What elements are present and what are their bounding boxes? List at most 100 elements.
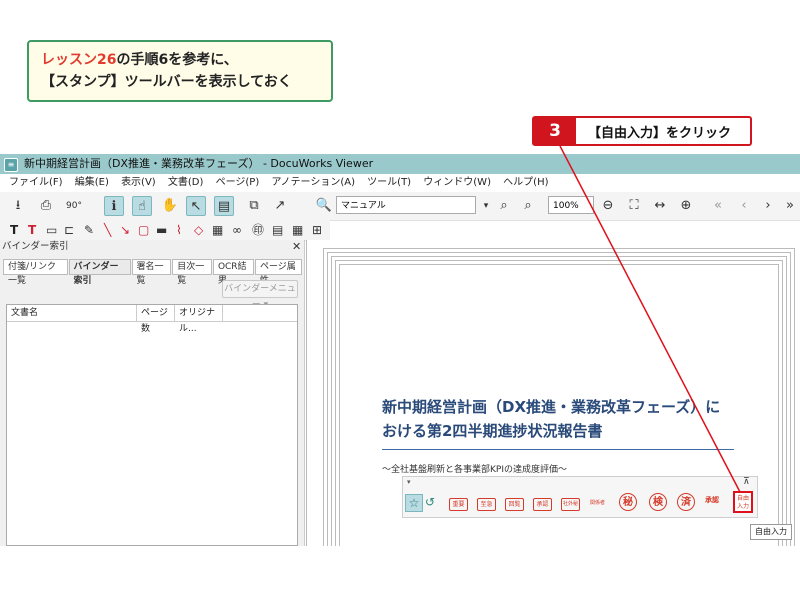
chevron-down-icon[interactable]: ▾ <box>476 196 496 216</box>
stamp-important[interactable]: 重要 <box>449 498 468 511</box>
tab-sticky-links[interactable]: 付箋/リンク一覧 <box>3 259 68 286</box>
find-next-icon[interactable]: ⌕ <box>518 196 538 216</box>
document-subtitle: ～全社基盤刷新と各事業部KPIの達成度評価～ <box>382 465 567 475</box>
instruction-note: レッスン26の手順6を参考に、 【スタンプ】ツールバーを表示しておく <box>27 40 333 102</box>
tab-page-attr[interactable]: ページ属性 <box>254 259 302 286</box>
stamp-checked[interactable]: 検 <box>649 493 667 511</box>
stamp-secret[interactable]: 秘 <box>619 493 637 511</box>
col-page-count[interactable]: ページ数 <box>137 305 175 334</box>
hand-icon[interactable]: ✋ <box>160 196 180 216</box>
rotate-icon[interactable]: 90° <box>64 196 84 216</box>
stamp-approve[interactable]: 承認 <box>533 498 552 511</box>
menu-file[interactable]: ファイル(F) <box>9 177 63 188</box>
note-line1: の手順6を参考に、 <box>116 52 238 68</box>
binder-index-pane: バインダー索引 ✕ 付箋/リンク一覧 バインダー索引 署名一覧 目次一覧 OCR… <box>0 240 305 546</box>
app-icon: ≡ <box>4 158 18 172</box>
print-icon[interactable]: ⎙ <box>36 196 56 216</box>
favorite-stamp-icon[interactable]: ☆ <box>405 494 423 512</box>
zoom-select[interactable]: 100% <box>548 196 594 214</box>
pointer-icon[interactable]: ↖ <box>186 196 206 216</box>
stamp-urgent[interactable]: 至急 <box>477 498 496 511</box>
stamp-confidential[interactable]: 社外秘 <box>561 498 580 511</box>
open-icon[interactable]: ⭳ <box>8 196 28 216</box>
insert-icon[interactable]: ⊞ <box>312 223 322 237</box>
stamp-toolbar: ▾ ⊼ ☆ ↺ 重要 至急 回覧 承認 社外秘 関係者 秘 検 済 承認 自由入… <box>402 476 758 518</box>
zoom-in-icon[interactable]: ⊕ <box>676 196 696 216</box>
annotation-toolbar: T T ▭ ⊏ ✎ ╲ ↘ ▢ ▬ ⌇ ◇ ▦ ∞ ㊞ ▤ ▦ ⊞ <box>0 220 330 241</box>
menu-annotation[interactable]: アノテーション(A) <box>271 177 355 188</box>
text-icon[interactable]: T <box>10 223 18 237</box>
lesson-ref: レッスン26 <box>41 52 117 68</box>
first-page-icon[interactable]: « <box>708 196 728 216</box>
search-icon[interactable]: 🔍 <box>314 196 334 216</box>
document-title-line2: おける第2四半期進捗状況報告書 <box>382 422 603 440</box>
free-input-stamp-button[interactable]: 自由入力 <box>733 491 753 513</box>
line-icon[interactable]: ╲ <box>104 223 111 237</box>
rotate-label: 90° <box>66 201 82 211</box>
menu-view[interactable]: 表示(V) <box>121 177 156 188</box>
toolbar-extra-icon[interactable]: ▦ <box>292 223 303 237</box>
rect-icon[interactable]: ▢ <box>138 223 149 237</box>
close-icon[interactable]: ✕ <box>292 240 301 254</box>
tab-toc[interactable]: 目次一覧 <box>172 259 212 286</box>
stamp-done[interactable]: 済 <box>677 493 695 511</box>
stamp-icon[interactable]: ㊞ <box>252 223 264 237</box>
step-number: 3 <box>534 118 576 144</box>
fit-page-icon[interactable]: ⛶ <box>624 196 644 216</box>
toolbar-pin-icon[interactable]: ⊼ <box>743 477 750 487</box>
find-prev-icon[interactable]: ⌕ <box>494 196 514 216</box>
pane-tabs: 付箋/リンク一覧 バインダー索引 署名一覧 目次一覧 OCR結果 ページ属性 <box>3 259 303 286</box>
main-toolbar: ⭳ ⎙ 90° ℹ ☝ ✋ ↖ ▤ ⧉ ↗ 🔍 マニュアル ▾ ⌕ ⌕ 100%… <box>0 192 800 221</box>
stamp-circulate[interactable]: 回覧 <box>505 498 524 511</box>
history-icon[interactable]: ↺ <box>425 495 435 509</box>
marker-icon[interactable]: ▬ <box>156 223 167 237</box>
toolbar-grip-icon[interactable]: ▾ <box>407 478 411 486</box>
menu-help[interactable]: ヘルプ(H) <box>503 177 548 188</box>
menu-page[interactable]: ページ(P) <box>216 177 260 188</box>
next-page-icon[interactable]: › <box>758 196 778 216</box>
date-stamp-icon[interactable]: ▤ <box>272 223 283 237</box>
image-icon[interactable]: ▦ <box>212 223 223 237</box>
tag-icon[interactable]: ⊏ <box>64 223 74 237</box>
document-list[interactable]: 文書名 ページ数 オリジナル... <box>6 304 298 546</box>
prev-page-icon[interactable]: ‹ <box>734 196 754 216</box>
select-hand-icon[interactable]: ☝ <box>132 196 152 216</box>
document-title-line1: 新中期経営計画（DX推進・業務改革フェーズ）に <box>382 398 721 416</box>
shape-icon[interactable]: ◇ <box>194 223 203 237</box>
stamp-approved-date[interactable]: 承認 <box>705 495 719 505</box>
tooltip: 自由入力 <box>750 524 792 540</box>
list-header: 文書名 ページ数 オリジナル... <box>7 305 297 334</box>
zoom-out-icon[interactable]: ⊖ <box>598 196 618 216</box>
title-bar: ≡ 新中期経営計画（DX推進・業務改革フェーズ） - DocuWorks Vie… <box>0 154 800 174</box>
annotation-icon[interactable]: ▤ <box>214 196 234 216</box>
last-page-icon[interactable]: » <box>780 196 800 216</box>
binder-menu-button[interactable]: バインダーメニュー ▾ <box>222 280 298 310</box>
note-line2: 【スタンプ】ツールバーを表示しておく <box>41 74 292 90</box>
export-icon[interactable]: ↗ <box>270 196 290 216</box>
tab-ocr[interactable]: OCR結果 <box>212 259 254 286</box>
copy-icon[interactable]: ⧉ <box>244 196 264 216</box>
menu-bar: ファイル(F) 編集(E) 表示(V) 文書(D) ページ(P) アノテーション… <box>0 174 800 192</box>
arrow-line-icon[interactable]: ↘ <box>120 223 130 237</box>
tab-signatures[interactable]: 署名一覧 <box>131 259 172 286</box>
tab-binder-index[interactable]: バインダー索引 <box>68 259 131 286</box>
link-icon[interactable]: ∞ <box>232 223 242 237</box>
search-input[interactable]: マニュアル <box>336 196 476 214</box>
pane-title: バインダー索引 <box>2 241 69 252</box>
highlight-icon[interactable]: ⌇ <box>176 223 182 237</box>
col-doc-name[interactable]: 文書名 <box>7 305 137 321</box>
text-red-icon[interactable]: T <box>28 223 36 237</box>
stamp-related[interactable]: 関係者 <box>589 498 606 509</box>
menu-edit[interactable]: 編集(E) <box>75 177 109 188</box>
step-callout: 3 【自由入力】をクリック <box>532 116 752 146</box>
col-original[interactable]: オリジナル... <box>175 305 223 334</box>
menu-window[interactable]: ウィンドウ(W) <box>423 177 491 188</box>
fit-width-icon[interactable]: ↔ <box>650 196 670 216</box>
window-title: 新中期経営計画（DX推進・業務改革フェーズ） - DocuWorks Viewe… <box>24 157 374 170</box>
pen-icon[interactable]: ✎ <box>84 223 94 237</box>
menu-document[interactable]: 文書(D) <box>168 177 204 188</box>
menu-tools[interactable]: ツール(T) <box>367 177 411 188</box>
title-divider <box>382 449 734 450</box>
sticky-icon[interactable]: ▭ <box>46 223 57 237</box>
info-icon[interactable]: ℹ <box>104 196 124 216</box>
